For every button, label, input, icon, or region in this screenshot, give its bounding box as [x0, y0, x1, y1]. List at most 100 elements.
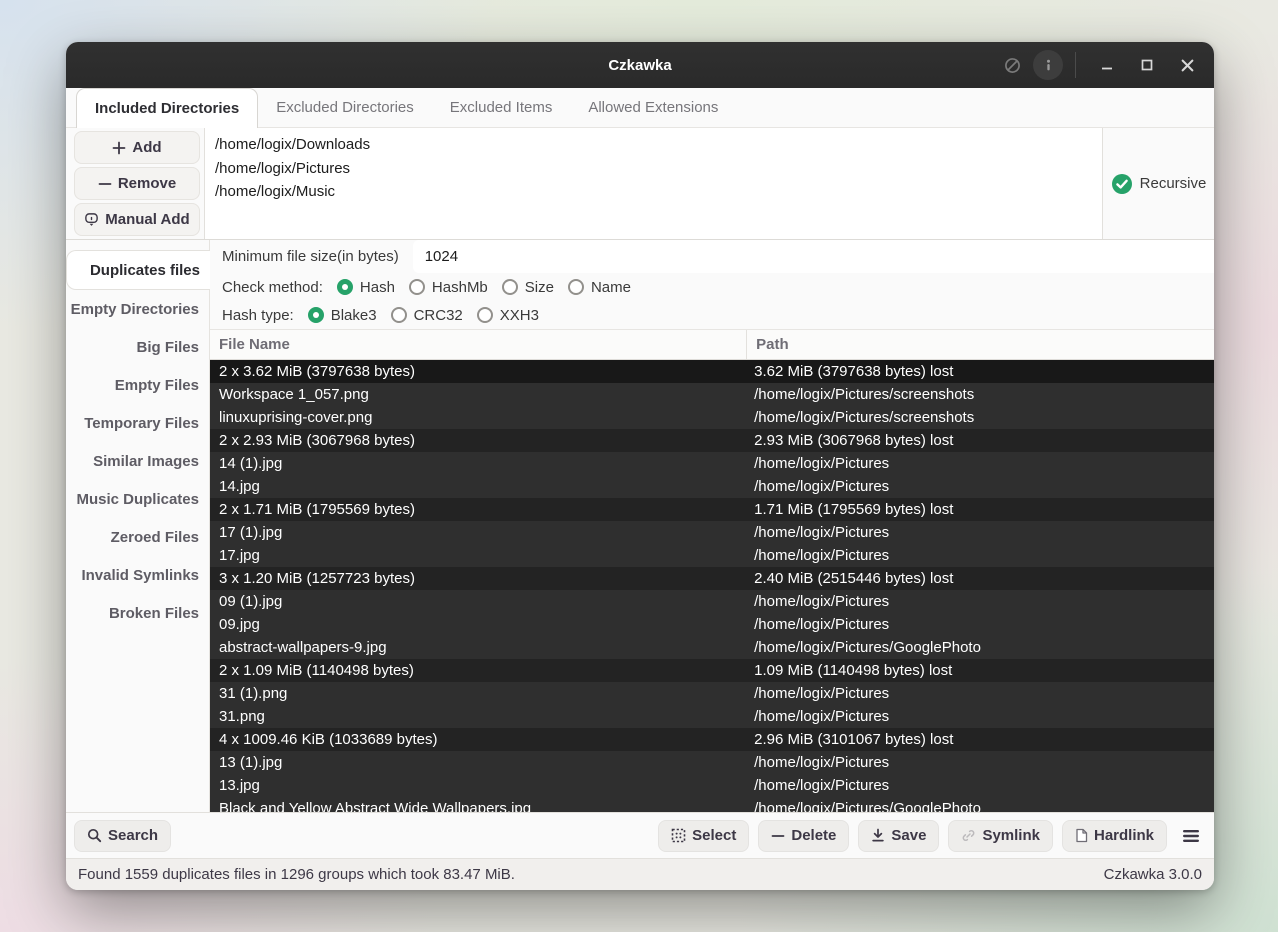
radio-icon — [567, 279, 584, 295]
sidebar-item[interactable]: Music Duplicates — [66, 480, 209, 518]
radio-icon — [390, 307, 407, 323]
table-row[interactable]: Black and Yellow Abstract Wide Wallpaper… — [210, 797, 1214, 812]
table-row[interactable]: 2 x 1.09 MiB (1140498 bytes) 1.09 MiB (1… — [210, 659, 1214, 682]
minimize-button[interactable] — [1090, 50, 1124, 80]
table-row[interactable]: 2 x 1.71 MiB (1795569 bytes) 1.71 MiB (1… — [210, 498, 1214, 521]
link-icon — [961, 828, 976, 843]
sidebar-item[interactable]: Broken Files — [66, 594, 209, 632]
check-method-radio[interactable]: HashMb — [408, 279, 488, 296]
recursive-toggle[interactable]: Recursive — [1102, 128, 1214, 239]
path-column-header[interactable]: Path — [747, 330, 1214, 359]
file-name-cell: 2 x 1.09 MiB (1140498 bytes) — [219, 662, 414, 679]
tab[interactable]: Excluded Directories — [258, 88, 432, 127]
hamburger-menu-button[interactable] — [1176, 820, 1206, 852]
remove-button-label: Remove — [117, 175, 177, 192]
close-button[interactable] — [1170, 50, 1204, 80]
table-row[interactable]: 2 x 3.62 MiB (3797638 bytes) 3.62 MiB (3… — [210, 360, 1214, 383]
hardlink-button[interactable]: Hardlink — [1061, 819, 1167, 852]
table-row[interactable]: linuxuprising-cover.png /home/logix/Pict… — [210, 406, 1214, 429]
file-name-cell: 13 (1).jpg — [219, 754, 283, 771]
file-name-cell: Workspace 1_057.png — [219, 386, 369, 403]
delete-button[interactable]: Delete — [758, 819, 850, 852]
directory-path[interactable]: /home/logix/Downloads — [215, 133, 1092, 157]
main-area: Duplicates files Empty Directories Big F… — [66, 240, 1214, 812]
check-method-radio[interactable]: Size — [501, 279, 554, 296]
sidebar-item[interactable]: Duplicates files — [66, 250, 210, 290]
check-method-radio[interactable]: Hash — [336, 278, 395, 296]
titlebar[interactable]: Czkawka — [66, 42, 1214, 88]
download-icon — [871, 828, 885, 843]
file-name-cell: 31.png — [219, 708, 265, 725]
file-name-column-header[interactable]: File Name — [210, 330, 748, 359]
plus-icon — [112, 141, 126, 155]
desktop-background: Czkawka Included Directories Excluded Di… — [0, 0, 1278, 932]
tab[interactable]: Excluded Items — [432, 88, 571, 127]
check-method-radio[interactable]: Name — [567, 279, 631, 296]
file-name-cell: 2 x 2.93 MiB (3067968 bytes) — [219, 432, 415, 449]
search-button[interactable]: Search — [74, 819, 172, 852]
status-message: Found 1559 duplicates files in 1296 grou… — [78, 866, 515, 883]
symlink-button[interactable]: Symlink — [948, 819, 1053, 852]
table-row[interactable]: Workspace 1_057.png /home/logix/Pictures… — [210, 383, 1214, 406]
info-icon[interactable] — [1033, 50, 1063, 80]
table-row[interactable]: 2 x 2.93 MiB (3067968 bytes) 2.93 MiB (3… — [210, 429, 1214, 452]
table-row[interactable]: 09.jpg /home/logix/Pictures — [210, 613, 1214, 636]
check-method-label: Check method: — [222, 278, 323, 296]
minus-icon — [771, 829, 785, 843]
table-row[interactable]: 13 (1).jpg /home/logix/Pictures — [210, 751, 1214, 774]
sidebar-item[interactable]: Big Files — [66, 328, 209, 366]
table-row[interactable]: 31.png /home/logix/Pictures — [210, 705, 1214, 728]
select-button[interactable]: Select — [658, 819, 750, 852]
add-button[interactable]: Add — [74, 131, 200, 164]
file-name-cell: 17.jpg — [219, 547, 260, 564]
document-icon — [1075, 828, 1088, 843]
minimum-size-row: Minimum file size(in bytes) 1024 — [210, 240, 1214, 273]
sidebar-item[interactable]: Similar Images — [66, 442, 209, 480]
manual-add-button[interactable]: Manual Add — [74, 203, 200, 236]
table-row[interactable]: 14.jpg /home/logix/Pictures — [210, 475, 1214, 498]
sidebar-item[interactable]: Empty Directories — [66, 290, 209, 328]
app-window: Czkawka Included Directories Excluded Di… — [66, 42, 1214, 890]
save-button[interactable]: Save — [858, 819, 940, 852]
titlebar-controls — [997, 50, 1204, 80]
radio-label: XXH3 — [499, 306, 539, 324]
directory-tabs: Included Directories Excluded Directorie… — [66, 88, 1214, 128]
table-row[interactable]: 09 (1).jpg /home/logix/Pictures — [210, 590, 1214, 613]
table-row[interactable]: 17.jpg /home/logix/Pictures — [210, 544, 1214, 567]
file-name-cell: abstract-wallpapers-9.jpg — [219, 639, 387, 656]
hash-type-radio[interactable]: Blake3 — [307, 307, 377, 324]
selection-icon — [671, 828, 686, 843]
file-name-cell: 13.jpg — [219, 777, 260, 794]
maximize-button[interactable] — [1130, 50, 1164, 80]
path-cell: /home/logix/Pictures — [754, 777, 890, 794]
sidebar-item[interactable]: Zeroed Files — [66, 518, 209, 556]
table-row[interactable]: 14 (1).jpg /home/logix/Pictures — [210, 452, 1214, 475]
minimum-size-input[interactable]: 1024 — [412, 240, 1214, 273]
table-row[interactable]: 3 x 1.20 MiB (1257723 bytes) 2.40 MiB (2… — [210, 567, 1214, 590]
directory-path[interactable]: /home/logix/Pictures — [215, 157, 1092, 181]
table-row[interactable]: 13.jpg /home/logix/Pictures — [210, 774, 1214, 797]
sidebar-item[interactable]: Empty Files — [66, 366, 209, 404]
stop-icon[interactable] — [997, 50, 1027, 80]
tab[interactable]: Allowed Extensions — [570, 88, 736, 127]
table-row[interactable]: 31 (1).png /home/logix/Pictures — [210, 682, 1214, 705]
sidebar-item[interactable]: Invalid Symlinks — [66, 556, 209, 594]
table-row[interactable]: 17 (1).jpg /home/logix/Pictures — [210, 521, 1214, 544]
path-cell: /home/logix/Pictures — [754, 616, 890, 633]
included-directories-list: /home/logix/Downloads /home/logix/Pictur… — [204, 128, 1102, 239]
action-buttons: Select Delete Save Symlink Hardlink — [658, 819, 1206, 852]
table-row[interactable]: 4 x 1009.46 KiB (1033689 bytes) 2.96 MiB… — [210, 728, 1214, 751]
directory-buttons: Add Remove Manual Add — [66, 128, 204, 239]
remove-button[interactable]: Remove — [74, 167, 200, 200]
sidebar-item[interactable]: Temporary Files — [66, 404, 209, 442]
radio-label: Hash — [359, 278, 395, 296]
table-row[interactable]: abstract-wallpapers-9.jpg /home/logix/Pi… — [210, 636, 1214, 659]
path-cell: /home/logix/Pictures — [754, 524, 890, 541]
path-cell: 2.93 MiB (3067968 bytes) lost — [754, 432, 954, 449]
add-button-label: Add — [132, 139, 162, 156]
hash-type-radio[interactable]: XXH3 — [476, 306, 539, 324]
tab[interactable]: Included Directories — [76, 88, 259, 128]
app-version: Czkawka 3.0.0 — [1103, 866, 1202, 883]
directory-path[interactable]: /home/logix/Music — [215, 180, 1092, 204]
hash-type-radio[interactable]: CRC32 — [390, 307, 463, 324]
